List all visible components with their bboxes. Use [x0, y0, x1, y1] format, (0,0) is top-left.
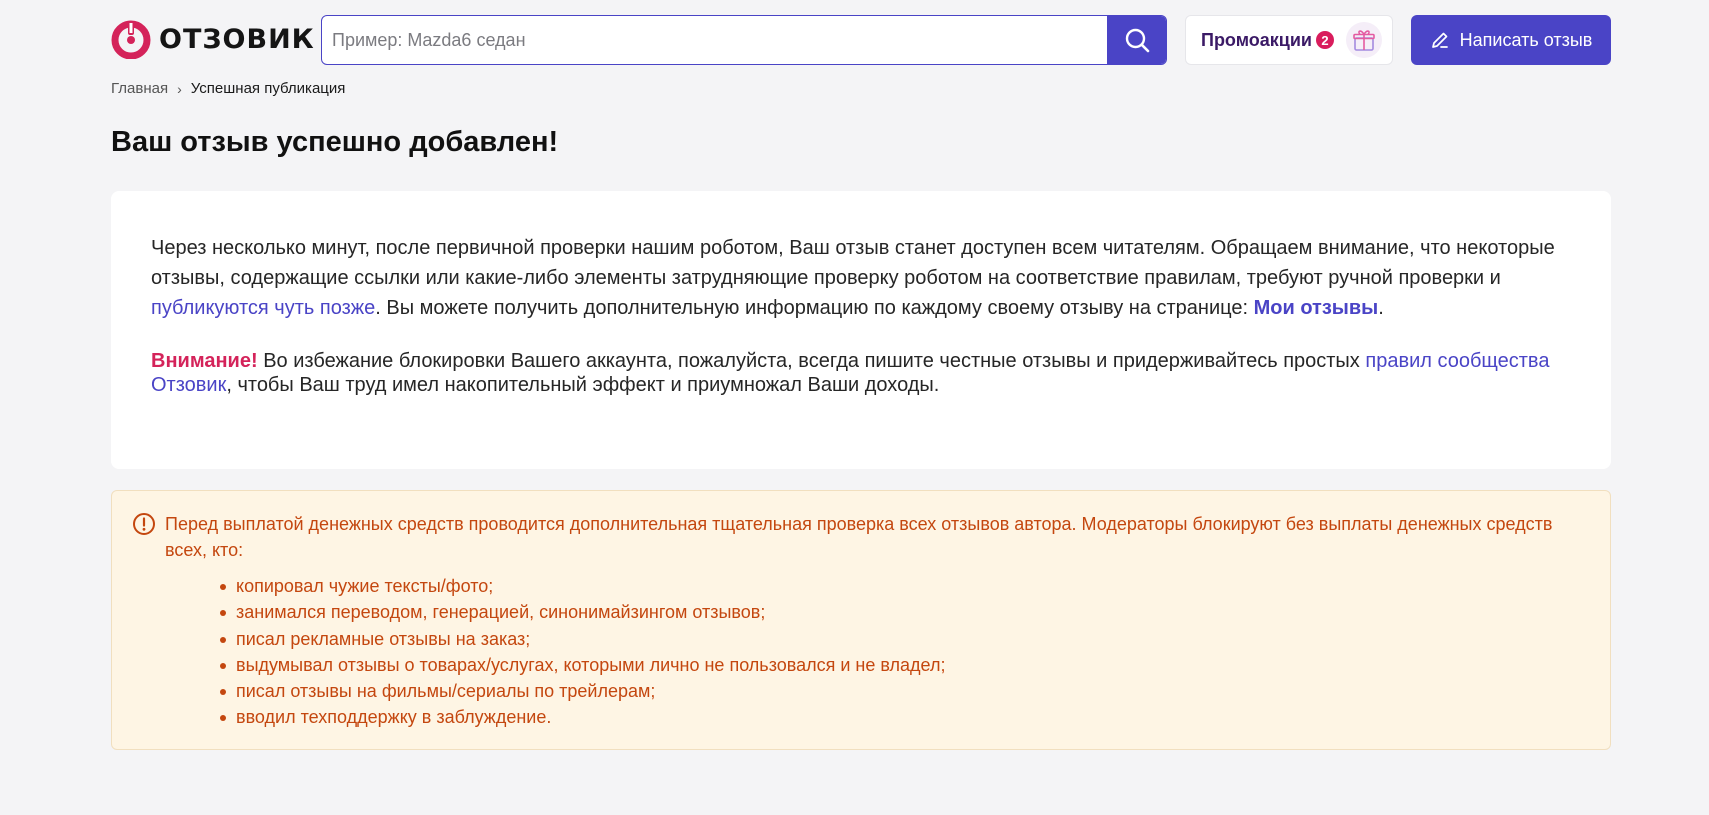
site-header: ОТЗОВИК Промоакции 2 Написать отзыв — [111, 15, 1611, 65]
attention-part-1: Во избежание блокировки Вашего аккаунта,… — [257, 350, 1366, 372]
write-review-label: Написать отзыв — [1459, 29, 1593, 50]
message-part-1: Через несколько минут, после первичной п… — [151, 237, 1555, 289]
write-review-button[interactable]: Написать отзыв — [1411, 15, 1611, 65]
warning-intro: Перед выплатой денежных средств проводит… — [165, 514, 1553, 560]
attention-label: Внимание! — [151, 350, 258, 372]
list-item: копировал чужие тексты/фото; — [220, 573, 1570, 599]
search-input[interactable] — [322, 16, 1108, 64]
list-item: писал рекламные отзывы на заказ; — [220, 626, 1570, 652]
violations-list: копировал чужие тексты/фото; занимался п… — [220, 573, 1570, 731]
attention-part-2: , чтобы Ваш труд имел накопительный эффе… — [226, 374, 940, 396]
list-item: вводил техподдержку в заблуждение. — [220, 704, 1570, 730]
warning-icon — [133, 513, 155, 535]
promo-button[interactable]: Промоакции 2 — [1185, 15, 1393, 65]
logo-icon — [111, 19, 151, 60]
breadcrumb: Главная › Успешная публикация — [111, 80, 345, 97]
search-button[interactable] — [1107, 16, 1166, 64]
breadcrumb-current: Успешная публикация — [190, 80, 346, 97]
promo-count-badge: 2 — [1315, 31, 1334, 49]
message-part-3: . — [1378, 297, 1384, 319]
promo-label: Промоакции — [1201, 29, 1312, 50]
payout-warning-box: Перед выплатой денежных средств проводит… — [111, 490, 1611, 750]
site-logo[interactable]: ОТЗОВИК — [111, 19, 315, 60]
list-item: писал отзывы на фильмы/сериалы по трейле… — [220, 678, 1570, 704]
list-item: выдумывал отзывы о товарах/услугах, кото… — [220, 652, 1570, 678]
page-title: Ваш отзыв успешно добавлен! — [111, 126, 559, 158]
success-message-text: Через несколько минут, после первичной п… — [151, 233, 1571, 323]
gift-icon — [1346, 22, 1382, 58]
success-message-card: Через несколько минут, после первичной п… — [111, 191, 1611, 469]
breadcrumb-separator: › — [177, 80, 182, 97]
breadcrumb-home-link[interactable]: Главная — [111, 80, 168, 97]
published-later-link[interactable]: публикуются чуть позже — [151, 297, 375, 319]
pencil-icon — [1431, 32, 1448, 48]
list-item: занимался переводом, генерацией, синоним… — [220, 599, 1570, 625]
attention-text: Внимание! Во избежание блокировки Вашего… — [151, 349, 1571, 397]
search-icon — [1125, 28, 1149, 53]
logo-text: ОТЗОВИК — [159, 23, 315, 55]
message-part-2: . Вы можете получить дополнительную инфо… — [375, 297, 1254, 319]
my-reviews-link[interactable]: Мои отзывы — [1254, 297, 1379, 319]
search-bar — [321, 15, 1167, 65]
